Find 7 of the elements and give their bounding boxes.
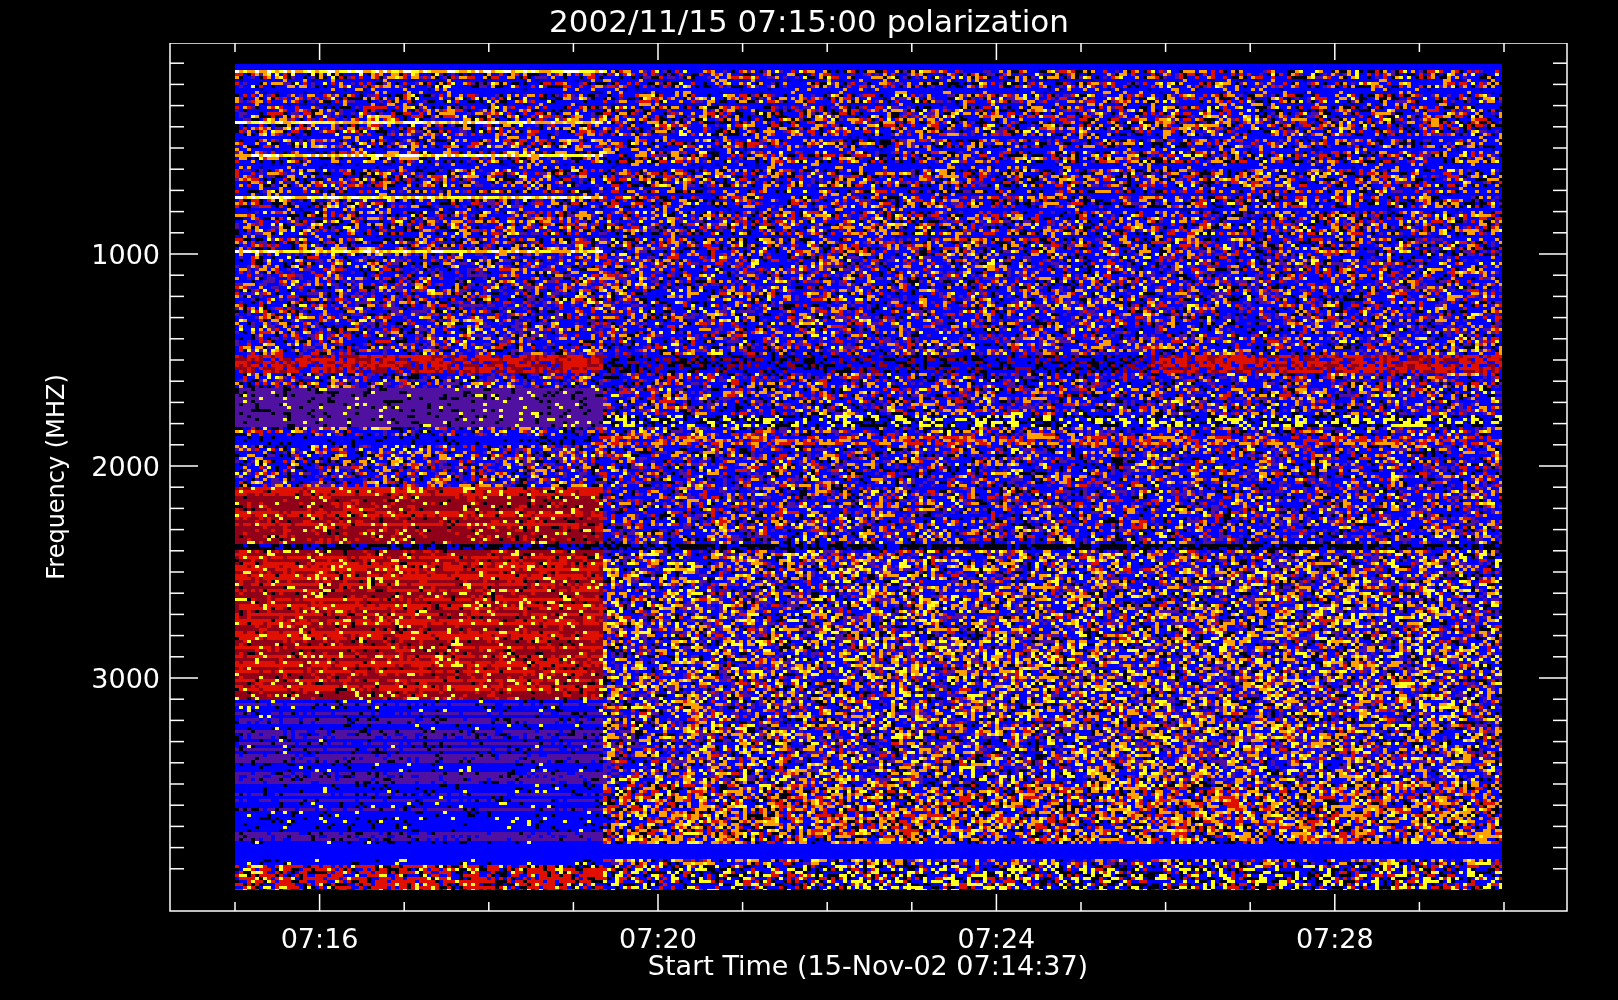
x-tick-label: 07:28 [1295,923,1374,954]
y-axis-label: Frequency (MHZ) [42,374,70,580]
x-tick-label: 07:16 [280,923,359,954]
plot-title: 2002/11/15 07:15:00 polarization [549,6,1069,37]
y-tick-label: 2000 [91,451,160,482]
y-tick-label: 3000 [91,663,160,694]
y-tick-label: 1000 [91,239,160,270]
